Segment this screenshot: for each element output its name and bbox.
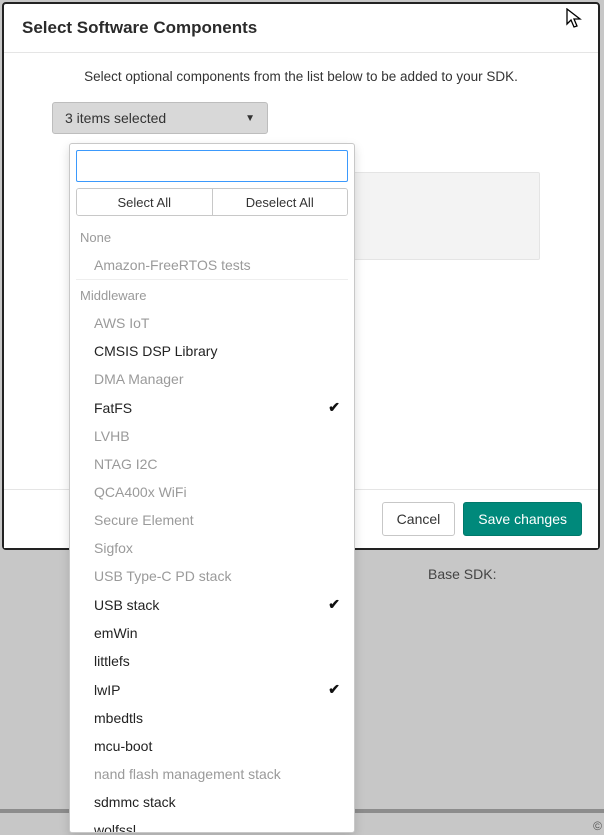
cancel-button[interactable]: Cancel	[382, 502, 456, 536]
option-label: wolfssl	[94, 822, 136, 832]
option-label: NTAG I2C	[94, 456, 158, 472]
option-label: QCA400x WiFi	[94, 484, 187, 500]
option-label: DMA Manager	[94, 371, 183, 387]
option-item: DMA Manager	[76, 365, 348, 393]
option-label: mcu-boot	[94, 738, 152, 754]
option-label: Secure Element	[94, 512, 194, 528]
option-item: LVHB	[76, 422, 348, 450]
option-item[interactable]: mbedtls	[76, 704, 348, 732]
option-label: Sigfox	[94, 540, 133, 556]
option-label: LVHB	[94, 428, 130, 444]
checkmark-icon: ✔	[328, 681, 340, 698]
option-label: AWS IoT	[94, 315, 150, 331]
option-item[interactable]: mcu-boot	[76, 732, 348, 760]
components-dropdown-trigger[interactable]: 3 items selected ▼	[52, 102, 268, 134]
option-item[interactable]: lwIP ✔	[76, 675, 348, 704]
option-item: QCA400x WiFi	[76, 478, 348, 506]
select-all-button[interactable]: Select All	[77, 189, 213, 215]
option-item[interactable]: littlefs	[76, 647, 348, 675]
option-item: Secure Element	[76, 506, 348, 534]
option-label: nand flash management stack	[94, 766, 281, 782]
group-header: Middleware	[76, 279, 348, 309]
save-button[interactable]: Save changes	[463, 502, 582, 536]
option-item: Sigfox	[76, 534, 348, 562]
components-dropdown-panel: Select All Deselect All None Amazon-FreeR…	[69, 143, 355, 833]
option-item: NTAG I2C	[76, 450, 348, 478]
option-item[interactable]: CMSIS DSP Library	[76, 337, 348, 365]
modal-title: Select Software Components	[22, 18, 580, 38]
option-label: sdmmc stack	[94, 794, 176, 810]
checkmark-icon: ✔	[328, 399, 340, 416]
dropdown-list[interactable]: None Amazon-FreeRTOS tests Middleware AWS I…	[70, 222, 354, 832]
option-label: FatFS	[94, 400, 132, 416]
option-label: lwIP	[94, 682, 120, 698]
option-label: littlefs	[94, 653, 130, 669]
option-item[interactable]: FatFS ✔	[76, 393, 348, 422]
dropdown-search-input[interactable]	[76, 150, 348, 182]
option-label: Amazon-FreeRTOS tests	[94, 257, 251, 273]
option-item[interactable]: sdmmc stack	[76, 788, 348, 816]
option-item[interactable]: emWin	[76, 619, 348, 647]
option-item: AWS IoT	[76, 309, 348, 337]
base-sdk-label: Base SDK:	[428, 566, 496, 582]
option-item[interactable]: wolfssl	[76, 816, 348, 832]
caret-down-icon: ▼	[245, 113, 255, 124]
option-item: nand flash management stack	[76, 760, 348, 788]
option-label: CMSIS DSP Library	[94, 343, 217, 359]
option-label: USB Type-C PD stack	[94, 568, 231, 584]
option-label: mbedtls	[94, 710, 143, 726]
group-header: None	[76, 222, 348, 251]
checkmark-icon: ✔	[328, 596, 340, 613]
dropdown-trigger-label: 3 items selected	[65, 110, 166, 126]
option-item[interactable]: USB stack ✔	[76, 590, 348, 619]
select-controls: Select All Deselect All	[76, 188, 348, 216]
option-label: USB stack	[94, 597, 159, 613]
deselect-all-button[interactable]: Deselect All	[213, 189, 348, 215]
option-label: emWin	[94, 625, 138, 641]
modal-header: Select Software Components	[4, 4, 598, 53]
option-item: USB Type-C PD stack	[76, 562, 348, 590]
option-item: Amazon-FreeRTOS tests	[76, 251, 348, 279]
modal-subhead: Select optional components from the list…	[52, 69, 550, 84]
copyright-icon: ©	[593, 819, 602, 833]
